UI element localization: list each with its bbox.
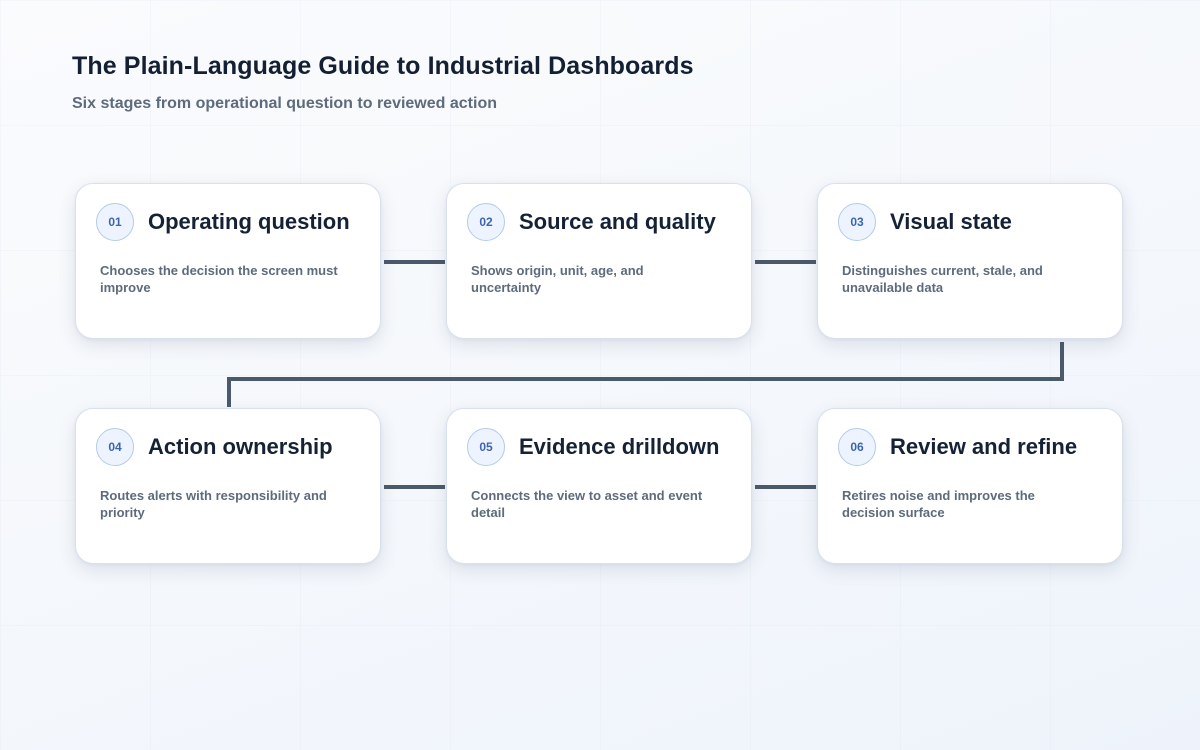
stage-card-review-and-refine: 06 Review and refine Retires noise and i… — [817, 408, 1123, 564]
stage-description: Distinguishes current, stale, and unavai… — [842, 263, 1043, 295]
stage-description: Retires noise and improves the decision … — [842, 488, 1035, 520]
stage-card-source-and-quality: 02 Source and quality Shows origin, unit… — [446, 183, 752, 339]
stage-description: Routes alerts with responsibility and pr… — [100, 488, 327, 520]
page-subtitle: Six stages from operational question to … — [72, 95, 497, 112]
stage-number-badge: 03 — [838, 203, 876, 241]
stage-number-badge: 05 — [467, 428, 505, 466]
stage-title: Action ownership — [148, 434, 333, 459]
stage-card-visual-state: 03 Visual state Distinguishes current, s… — [817, 183, 1123, 339]
stage-title: Source and quality — [519, 209, 716, 234]
stage-card-operating-question: 01 Operating question Chooses the decisi… — [75, 183, 381, 339]
stage-description: Shows origin, unit, age, and uncertainty — [471, 263, 644, 295]
stage-card-evidence-drilldown: 05 Evidence drilldown Connects the view … — [446, 408, 752, 564]
stage-description: Connects the view to asset and event det… — [471, 488, 703, 520]
connector-03-04 — [227, 342, 1064, 407]
page-title: The Plain-Language Guide to Industrial D… — [72, 52, 694, 80]
stage-title: Operating question — [148, 209, 350, 234]
stage-number-badge: 04 — [96, 428, 134, 466]
stage-number-badge: 02 — [467, 203, 505, 241]
stage-title: Evidence drilldown — [519, 434, 720, 459]
stage-title: Visual state — [890, 209, 1012, 234]
stage-description: Chooses the decision the screen must imp… — [100, 263, 338, 295]
stage-card-action-ownership: 04 Action ownership Routes alerts with r… — [75, 408, 381, 564]
stage-title: Review and refine — [890, 434, 1078, 459]
stage-number-badge: 01 — [96, 203, 134, 241]
stage-number-badge: 06 — [838, 428, 876, 466]
